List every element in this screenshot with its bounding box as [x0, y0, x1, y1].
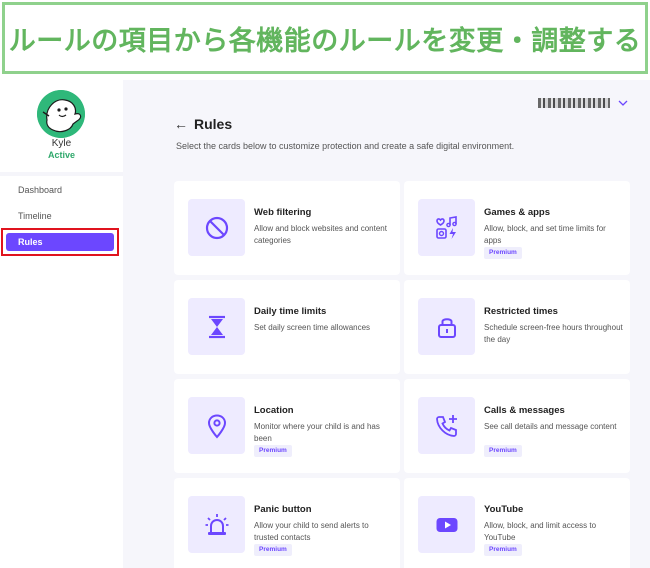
rule-card-panic-button[interactable]: Panic button Allow your child to send al… — [174, 478, 400, 568]
card-icon-box — [418, 496, 475, 553]
app-window: ルールの項目から各機能のルールを変更・調整する Kyle Active Dash… — [0, 0, 650, 568]
siren-icon — [205, 513, 228, 535]
avatar-character-icon — [37, 90, 85, 138]
premium-badge: Premium — [254, 544, 292, 556]
card-icon-box — [188, 298, 245, 355]
card-icon-box — [418, 199, 475, 256]
card-description: Allow, block, and limit access to YouTub… — [484, 521, 597, 542]
card-description: Allow, block, and set time limits for ap… — [484, 224, 606, 245]
sidebar-divider — [0, 172, 123, 176]
youtube-play-icon — [436, 517, 457, 532]
apps-icon — [435, 215, 457, 239]
lock-icon — [437, 317, 456, 338]
premium-badge: Premium — [254, 445, 292, 457]
rule-card-youtube[interactable]: YouTube Allow, block, and limit access t… — [404, 478, 630, 568]
card-title: Web filtering — [254, 207, 312, 218]
page-subtitle: Select the cards below to customize prot… — [176, 141, 515, 151]
card-description: Set daily screen time allowances — [254, 323, 371, 332]
premium-badge: Premium — [484, 544, 522, 556]
location-pin-icon — [207, 413, 226, 439]
phone-plus-icon — [435, 414, 457, 437]
main-content: ← Rules Select the cards below to custom… — [123, 80, 650, 568]
premium-badge: Premium — [484, 445, 522, 457]
sidebar: Kyle Active Dashboard Timeline Rules — [0, 80, 123, 568]
rule-card-games-apps[interactable]: Games & apps Allow, block, and set time … — [404, 181, 630, 275]
rule-card-calls-messages[interactable]: Calls & messages See call details and me… — [404, 379, 630, 473]
rule-card-restricted-times[interactable]: Restricted times Schedule screen-free ho… — [404, 280, 630, 374]
card-title: YouTube — [484, 504, 524, 515]
card-title: Restricted times — [484, 306, 558, 317]
card-description: See call details and message content — [484, 422, 617, 431]
card-title: Calls & messages — [484, 405, 565, 416]
card-description: Monitor where your child is and has been — [254, 422, 380, 443]
sidebar-item-rules[interactable]: Rules — [6, 233, 114, 251]
masked-account-name — [538, 98, 610, 108]
card-icon-box — [188, 397, 245, 454]
rule-card-location[interactable]: Location Monitor where your child is and… — [174, 379, 400, 473]
highlight-box: Rules — [1, 228, 119, 256]
account-switcher[interactable] — [538, 98, 628, 108]
card-icon-box — [418, 397, 475, 454]
sidebar-item-timeline[interactable]: Timeline — [0, 211, 123, 221]
profile-name: Kyle — [51, 138, 72, 149]
card-title: Location — [254, 405, 294, 416]
rule-card-web-filtering[interactable]: Web filtering Allow and block websites a… — [174, 181, 400, 275]
back-arrow-icon[interactable]: ← — [174, 116, 188, 132]
card-icon-box — [418, 298, 475, 355]
card-description: Allow and block websites and content cat… — [254, 224, 387, 245]
premium-badge: Premium — [484, 247, 522, 259]
hourglass-icon — [208, 315, 225, 338]
card-description: Schedule screen-free hours throughout th… — [484, 323, 623, 344]
rule-card-daily-time-limits[interactable]: Daily time limits Set daily screen time … — [174, 280, 400, 374]
banner-text: ルールの項目から各機能のルールを変更・調整する — [8, 25, 642, 56]
card-icon-box — [188, 496, 245, 553]
card-icon-box — [188, 199, 245, 256]
card-title: Games & apps — [484, 207, 550, 218]
page-title: Rules — [194, 116, 233, 132]
card-title: Panic button — [254, 504, 312, 515]
card-title: Daily time limits — [254, 306, 327, 317]
page-header: ← Rules — [174, 116, 232, 132]
instruction-banner: ルールの項目から各機能のルールを変更・調整する — [2, 2, 648, 74]
card-description: Allow your child to send alerts to trust… — [254, 521, 369, 542]
avatar[interactable] — [37, 90, 85, 138]
profile-status: Active — [47, 150, 75, 160]
block-icon — [205, 216, 228, 239]
sidebar-item-dashboard[interactable]: Dashboard — [0, 185, 123, 195]
chevron-down-icon — [618, 100, 628, 106]
